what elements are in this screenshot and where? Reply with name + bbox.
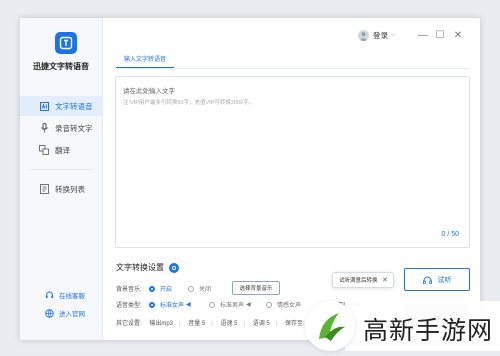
tab-text-input[interactable]: 输入文字转语音: [116, 53, 175, 69]
website-icon: [45, 308, 54, 318]
watermark: 高新手游网: [305, 297, 500, 355]
watermark-logo: [305, 301, 355, 351]
listen-tooltip: 试听满意后转换 ✕: [332, 272, 394, 288]
radio-label: 情感女声: [277, 303, 302, 309]
choose-bgm-button[interactable]: 选择背景音乐: [232, 281, 280, 295]
footer-label: 进入官网: [59, 311, 85, 318]
app-title: 迅捷文字转语音: [33, 62, 89, 71]
character-counter: 0 / 50: [441, 231, 459, 238]
app-logo: [55, 32, 77, 54]
listen-button[interactable]: 试听: [404, 268, 470, 291]
footer-label: 在线客服: [59, 293, 85, 300]
text-to-speech-icon: [39, 101, 49, 111]
sidebar-divider: [30, 169, 92, 170]
list-icon: [39, 184, 49, 194]
speed-value: 语速 5: [220, 321, 238, 327]
radio-label: 关闭: [199, 287, 212, 293]
sidebar-item-label: 翻译: [55, 145, 70, 155]
editor-hint: 注:VIP用户最多可转换50字，充值VIP可转换2000字。: [123, 100, 255, 106]
official-website-link[interactable]: 进入官网: [20, 306, 102, 320]
translate-icon: [39, 145, 49, 155]
sidebar-item-speech-to-text[interactable]: 录音转文字: [20, 118, 102, 138]
speaker-icon: ◀︎: [186, 302, 191, 308]
save-path-label: 保存至:: [285, 321, 305, 327]
radio-dot: [266, 301, 272, 308]
text-input-area[interactable]: 请在此处输入文字 注:VIP用户最多可转换50字，充值VIP可转换2000字。 …: [115, 76, 470, 248]
radio-label: 标准男声: [220, 303, 245, 309]
chevron-down-icon: ⌵: [391, 32, 396, 38]
close-button[interactable]: ✕: [451, 28, 465, 42]
support-icon: [46, 291, 53, 298]
sidebar-item-label: 文字转语音: [55, 101, 93, 111]
radio-dot: [149, 285, 155, 292]
close-icon[interactable]: ✕: [382, 276, 388, 284]
speaker-icon: ◀︎: [246, 302, 251, 308]
volume-value: 音量 5: [188, 321, 206, 327]
other-settings-label: 其它设置:: [116, 321, 142, 327]
radio-label: 标准女声: [160, 303, 185, 309]
radio-dot: [149, 301, 155, 308]
settings-title: 文字转换设置: [116, 263, 164, 272]
sidebar: 迅捷文字转语音 文字转语音 录音转文字 翻译 转换列表 在线客服 进入官网: [20, 18, 103, 340]
tab-divider: [115, 68, 469, 69]
voice-emotional-female[interactable]: 情感女声: [266, 300, 301, 309]
avatar: [358, 30, 369, 41]
sidebar-item-label: 转换列表: [55, 184, 85, 194]
bgm-label: 背景音乐:: [116, 287, 142, 293]
headphones-icon: [422, 276, 432, 284]
voice-standard-female[interactable]: 标准女声 ◀︎: [149, 300, 191, 309]
app-window: 迅捷文字转语音 文字转语音 录音转文字 翻译 转换列表 在线客服 进入官网 登录…: [20, 18, 480, 340]
output-format: 输出mp3: [149, 321, 174, 327]
other-settings-row: 其它设置: 输出mp3 | 音量 5 | 语速 5 | 语调 5 | 保存至:: [116, 321, 305, 327]
maximize-button[interactable]: ☐: [433, 28, 447, 42]
login-button[interactable]: 登录 ⌵: [358, 30, 396, 41]
tooltip-text: 试听满意后转换: [339, 278, 378, 284]
settings-heading: 文字转换设置: [116, 262, 179, 273]
microphone-icon: [39, 123, 49, 133]
radio-dot: [188, 285, 194, 292]
radio-dot: [209, 301, 215, 308]
editor-placeholder: 请在此处输入文字: [123, 88, 175, 95]
online-support-link[interactable]: 在线客服: [20, 288, 102, 302]
sidebar-item-label: 录音转文字: [55, 123, 93, 133]
sidebar-item-text-to-speech[interactable]: 文字转语音: [20, 96, 102, 116]
watermark-text: 高新手游网: [363, 316, 494, 345]
login-label: 登录: [373, 31, 388, 40]
radio-label: 开启: [160, 287, 173, 293]
sidebar-item-translate[interactable]: 翻译: [20, 140, 102, 160]
listen-label: 试听: [437, 276, 452, 284]
voice-standard-male[interactable]: 标准男声 ◀︎: [209, 300, 251, 309]
minimize-button[interactable]: —: [416, 28, 430, 42]
pitch-value: 语调 5: [252, 321, 270, 327]
bgm-off-radio[interactable]: 关闭: [188, 284, 211, 293]
sidebar-item-conversion-list[interactable]: 转换列表: [20, 179, 102, 199]
voice-type-label: 语音类型:: [116, 303, 142, 309]
bgm-on-radio[interactable]: 开启: [149, 284, 172, 293]
gear-icon[interactable]: [169, 262, 179, 273]
